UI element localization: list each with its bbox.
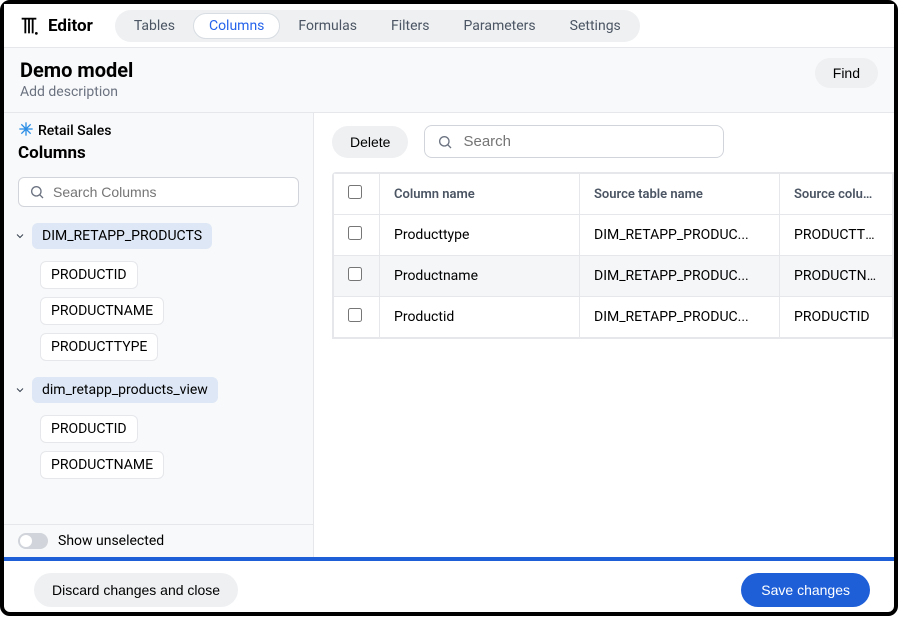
discard-button[interactable]: Discard changes and close [34,573,238,607]
tab-settings[interactable]: Settings [554,13,637,39]
cell-src-col: PRODUCTTYPE [780,215,893,256]
main-search[interactable] [424,125,724,158]
tree-item[interactable]: PRODUCTNAME [40,451,307,479]
search-icon [437,134,453,150]
tree-group-header[interactable]: DIM_RETAPP_PRODUCTS [12,219,307,253]
tab-tables[interactable]: Tables [118,13,191,39]
tab-columns[interactable]: Columns [193,13,280,39]
snowflake-icon [18,121,34,141]
main-search-field[interactable] [463,133,711,150]
nav-tabs: Tables Columns Formulas Filters Paramete… [115,10,640,42]
search-columns-input[interactable] [18,177,299,207]
app-logo-icon [16,13,42,39]
save-changes-button[interactable]: Save changes [741,573,870,607]
cell-src-table: DIM_RETAPP_PRODUC... [580,256,780,297]
tab-parameters[interactable]: Parameters [448,13,552,39]
show-unselected-row: Show unselected [4,524,313,557]
row-checkbox[interactable] [348,267,362,281]
column-header-source-table[interactable]: Source table name [580,174,780,215]
cell-col-name: Producttype [380,215,580,256]
app-title: Editor [48,16,93,36]
cell-src-col: PRODUCTID [780,297,893,338]
model-title[interactable]: Demo model [20,58,133,82]
row-checkbox[interactable] [348,226,362,240]
chevron-down-icon [14,381,26,400]
tab-formulas[interactable]: Formulas [282,13,373,39]
table-row[interactable]: Productid DIM_RETAPP_PRODUC... PRODUCTID [334,297,893,338]
row-checkbox[interactable] [348,308,362,322]
column-header-source-column[interactable]: Source column n [780,174,893,215]
topbar: Editor Tables Columns Formulas Filters P… [4,4,894,48]
tree-item[interactable]: PRODUCTTYPE [40,333,307,361]
table-row[interactable]: Productname DIM_RETAPP_PRODUC... PRODUCT… [334,256,893,297]
tree-group-name: dim_retapp_products_view [32,377,218,403]
tree-group-name: DIM_RETAPP_PRODUCTS [32,223,212,249]
columns-grid: Column name Source table name Source col… [332,172,894,339]
footer: Discard changes and close Save changes [4,561,894,619]
select-all-checkbox[interactable] [348,185,362,199]
sidebar-section-label: Columns [18,143,299,163]
tree-item[interactable]: PRODUCTID [40,415,307,443]
tree-group-header[interactable]: dim_retapp_products_view [12,373,307,407]
main-panel: Delete Column name Source table name Sou… [314,113,894,557]
subheader: Demo model Add description Find [4,48,894,113]
cell-src-col: PRODUCTNAM [780,256,893,297]
cell-src-table: DIM_RETAPP_PRODUC... [580,297,780,338]
column-header-name[interactable]: Column name [380,174,580,215]
cell-src-table: DIM_RETAPP_PRODUC... [580,215,780,256]
tree-item[interactable]: PRODUCTID [40,261,307,289]
search-columns-field[interactable] [53,184,288,200]
search-icon [29,184,45,200]
show-unselected-label: Show unselected [58,533,164,549]
column-tree: DIM_RETAPP_PRODUCTS PRODUCTID PRODUCTNAM… [4,215,313,524]
show-unselected-toggle[interactable] [18,533,48,549]
sidebar: Retail Sales Columns DIM_RETAPP_PRODUCTS… [4,113,314,557]
tab-filters[interactable]: Filters [375,13,446,39]
cell-col-name: Productname [380,256,580,297]
tree-item[interactable]: PRODUCTNAME [40,297,307,325]
cell-col-name: Productid [380,297,580,338]
datasource-name: Retail Sales [38,123,111,139]
chevron-down-icon [14,227,26,246]
delete-button[interactable]: Delete [332,126,408,158]
model-description[interactable]: Add description [20,84,133,100]
find-button[interactable]: Find [815,58,878,88]
table-row[interactable]: Producttype DIM_RETAPP_PRODUC... PRODUCT… [334,215,893,256]
